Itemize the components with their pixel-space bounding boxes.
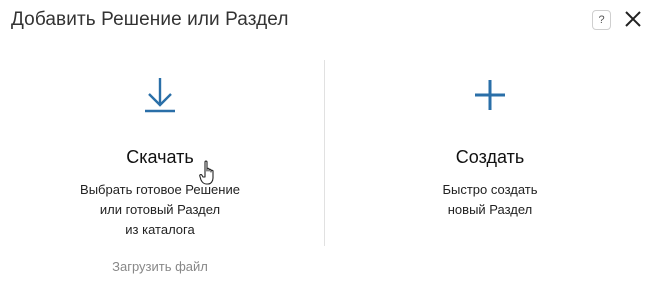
- upload-file-link[interactable]: Загрузить файл: [10, 259, 310, 274]
- download-option-label: Скачать: [126, 147, 194, 167]
- create-option[interactable]: Создать Быстро создать новый Раздел: [340, 72, 640, 220]
- add-solution-dialog: Добавить Решение или Раздел ? Скачать Вы…: [0, 0, 652, 287]
- divider: [324, 60, 325, 246]
- hand-cursor-icon: [199, 160, 214, 185]
- download-option[interactable]: Скачать Выбрать готовое Решение или гото…: [10, 72, 310, 240]
- close-button[interactable]: [622, 8, 644, 30]
- download-option-description: Выбрать готовое Решение или готовый Разд…: [80, 182, 240, 237]
- dialog-title: Добавить Решение или Раздел: [11, 9, 289, 30]
- create-option-description: Быстро создать новый Раздел: [442, 182, 538, 217]
- download-icon: [145, 78, 175, 113]
- plus-icon: [475, 80, 505, 110]
- create-option-label: Создать: [455, 147, 525, 167]
- close-icon: [625, 11, 641, 27]
- help-button[interactable]: ?: [592, 10, 611, 30]
